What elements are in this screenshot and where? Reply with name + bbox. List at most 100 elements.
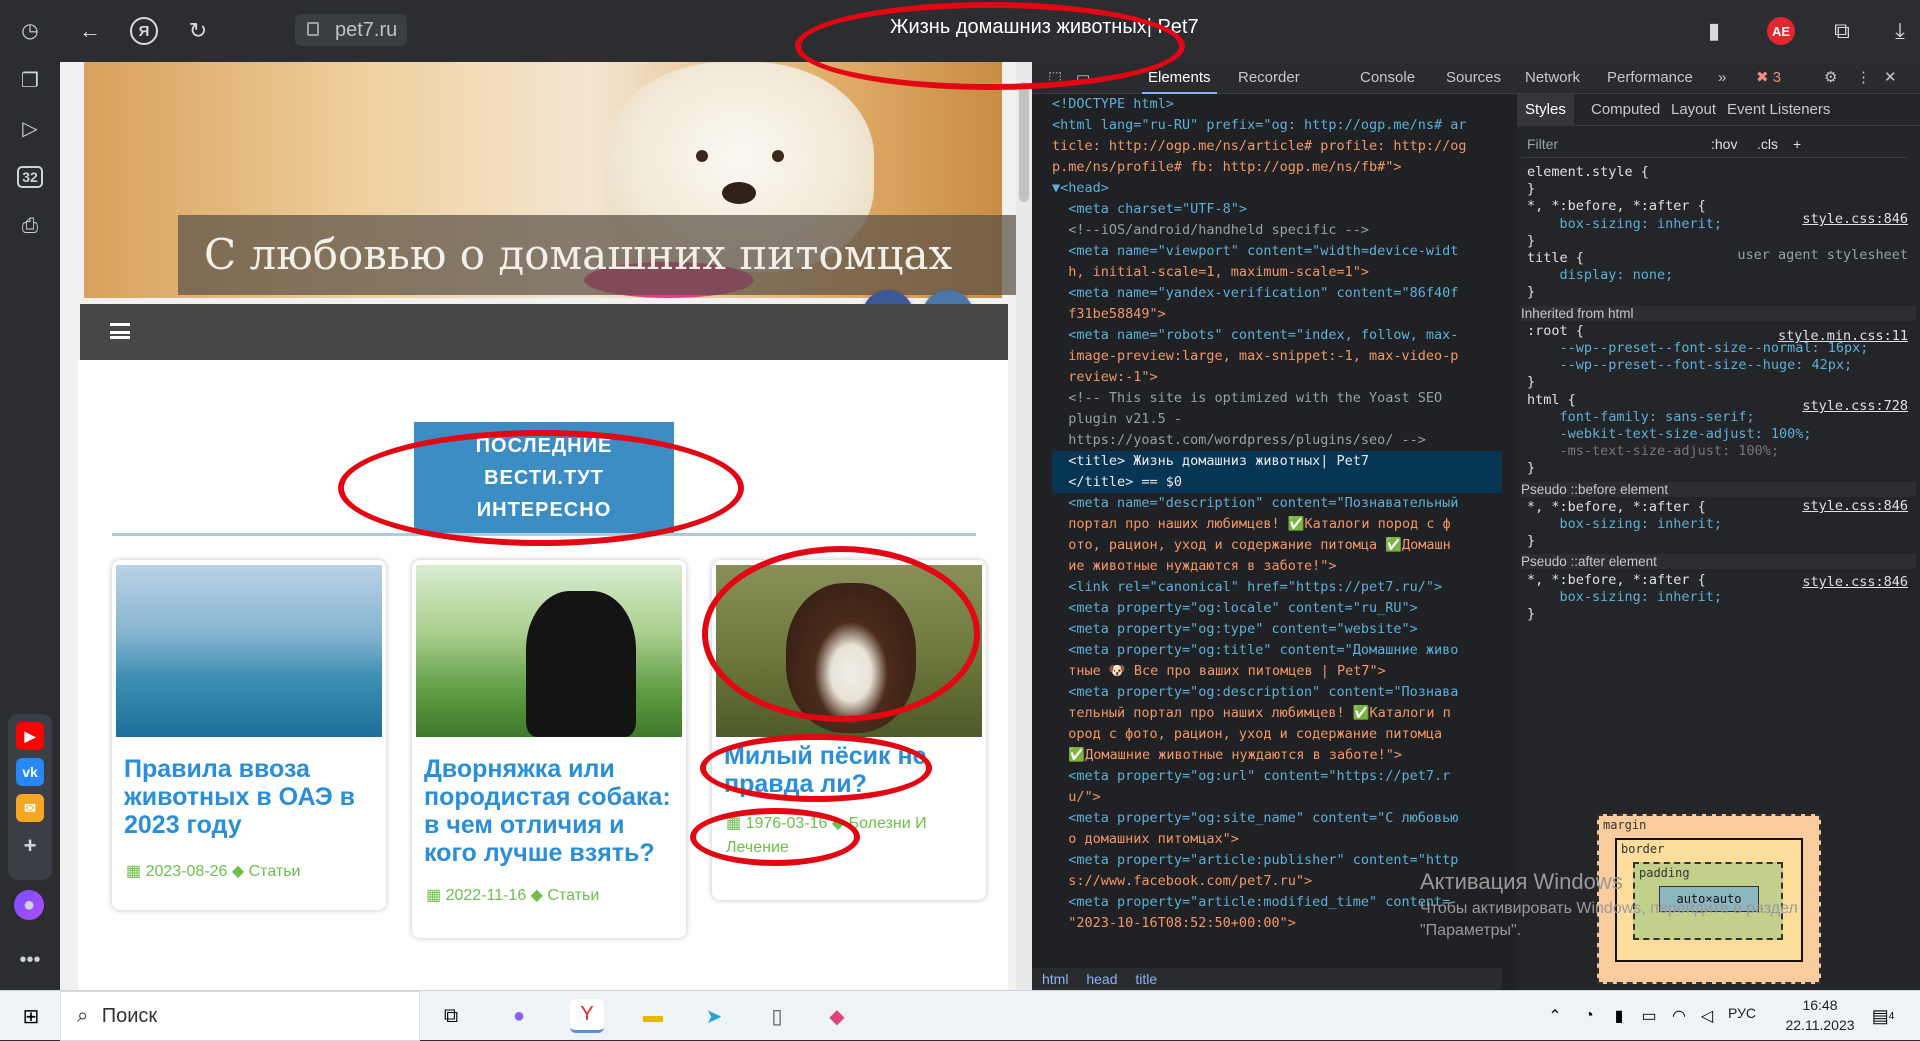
style-rule-line[interactable]: *, *:before, *:after { xyxy=(1527,572,1706,588)
code-line[interactable]: u/"> xyxy=(1052,787,1502,808)
style-rule-line[interactable]: title { xyxy=(1527,250,1584,266)
style-source-link[interactable]: style.css:846 xyxy=(1802,211,1908,227)
code-line[interactable]: <meta name="robots" content="index, foll… xyxy=(1052,325,1502,346)
windows-start-icon[interactable]: ⊞ xyxy=(14,999,48,1033)
code-line[interactable]: plugin v21.5 - xyxy=(1052,409,1502,430)
code-line[interactable]: <!DOCTYPE html> xyxy=(1052,94,1502,115)
collections-icon[interactable]: ❐ xyxy=(14,64,46,96)
yandex-icon[interactable]: Я xyxy=(130,17,158,45)
document-icon[interactable]: ▯ xyxy=(760,999,794,1033)
taskbar-search[interactable]: ⌕ Поиск xyxy=(60,991,420,1041)
post-title[interactable]: Дворняжка или породистая собака: в чем о… xyxy=(424,755,676,867)
code-line[interactable]: <meta name="description" content="Познав… xyxy=(1052,493,1502,514)
style-rule-line[interactable]: } xyxy=(1527,284,1535,300)
tray-chevron-icon[interactable]: ⌃ xyxy=(1538,999,1572,1033)
style-rule-line[interactable]: box-sizing: inherit; xyxy=(1527,589,1723,605)
code-line[interactable]: <meta name="yandex-verification" content… xyxy=(1052,283,1502,304)
browser-icon[interactable]: ◆ xyxy=(820,999,854,1033)
explorer-icon[interactable]: ▬ xyxy=(636,999,670,1033)
bookmark-icon[interactable]: ▮ xyxy=(1700,17,1728,45)
code-line[interactable]: тные 🐶 Все про ваших питомцев | Pet7"> xyxy=(1052,661,1502,682)
scrollbar-thumb[interactable] xyxy=(1019,82,1029,202)
code-line[interactable]: ие животные нуждаются в заботе!"> xyxy=(1052,556,1502,577)
post-card[interactable]: Правила ввоза животных в ОАЭ в 2023 году… xyxy=(112,560,386,910)
antivirus-icon[interactable]: ◔ xyxy=(1572,999,1606,1033)
style-rule-line[interactable]: } xyxy=(1527,181,1535,197)
crumb[interactable]: html xyxy=(1042,971,1068,987)
filter-bar[interactable]: Filter :hov .cls + xyxy=(1521,130,1907,158)
tab-network[interactable]: Network xyxy=(1519,62,1586,94)
post-category[interactable]: Статьи xyxy=(547,887,599,904)
post-title[interactable]: Правила ввоза животных в ОАЭ в 2023 году xyxy=(124,755,376,839)
code-line[interactable]: <!-- This site is optimized with the Yoa… xyxy=(1052,388,1502,409)
post-image-dog-paw[interactable] xyxy=(416,565,682,737)
post-card[interactable]: Дворняжка или породистая собака: в чем о… xyxy=(412,560,686,938)
tab-computed[interactable]: Computed xyxy=(1583,94,1668,126)
code-line[interactable]: <meta property="og:description" content=… xyxy=(1052,682,1502,703)
tab-recorder[interactable]: Recorder xyxy=(1232,62,1306,94)
task-view-icon[interactable]: ⧉ xyxy=(434,999,468,1033)
calendar-icon[interactable]: 32 xyxy=(14,161,46,193)
tab-performance[interactable]: Performance xyxy=(1601,62,1699,94)
kebab-icon[interactable]: ⋮ xyxy=(1850,62,1877,94)
style-source-link[interactable]: user agent stylesheet xyxy=(1737,247,1908,263)
style-source-link[interactable]: style.css:728 xyxy=(1802,398,1908,414)
code-line[interactable]: </title> == $0 xyxy=(1052,472,1502,493)
history-icon[interactable]: ◷ xyxy=(14,14,46,46)
style-rule-line[interactable]: *, *:before, *:after { xyxy=(1527,499,1706,515)
code-line[interactable]: <meta property="og:type" content="websit… xyxy=(1052,619,1502,640)
code-line[interactable]: о домашних питомцах"> xyxy=(1052,829,1502,850)
code-line[interactable]: p.me/ns/profile# fb: http://ogp.me/ns/fb… xyxy=(1052,157,1502,178)
alice-icon[interactable]: ● xyxy=(14,890,44,920)
style-rule-line[interactable]: box-sizing: inherit; xyxy=(1527,216,1723,232)
elements-tree[interactable]: <!DOCTYPE html> <html lang="ru-RU" prefix… xyxy=(1032,94,1502,966)
code-line[interactable]: ✅Домашние животные нуждаются в заботе!"> xyxy=(1052,745,1502,766)
tab-event-listeners[interactable]: Event Listeners xyxy=(1719,94,1838,126)
extension-icon[interactable]: AE xyxy=(1767,17,1795,45)
more-tabs-icon[interactable]: » xyxy=(1712,62,1732,94)
code-line[interactable]: <meta name="viewport" content="width=dev… xyxy=(1052,241,1502,262)
code-line[interactable]: image-preview:large, max-snippet:-1, max… xyxy=(1052,346,1502,367)
code-line[interactable]: <meta property="og:locale" content="ru_R… xyxy=(1052,598,1502,619)
address-bar[interactable]: pet7.ru xyxy=(295,14,408,46)
play-icon[interactable]: ▷ xyxy=(14,112,46,144)
volume-icon[interactable]: ◁ xyxy=(1690,999,1724,1033)
code-line[interactable]: ото, рацион, уход и содержание питомца ✅… xyxy=(1052,535,1502,556)
reload-icon[interactable]: ↻ xyxy=(184,17,212,45)
tab-styles[interactable]: Styles xyxy=(1517,94,1574,126)
style-rule-line[interactable]: } xyxy=(1527,233,1535,249)
style-rule-line[interactable]: } xyxy=(1527,533,1535,549)
close-icon[interactable]: ✕ xyxy=(1878,62,1903,94)
youtube-icon[interactable]: ▶ xyxy=(16,722,44,750)
style-rule-line[interactable]: } xyxy=(1527,460,1535,476)
code-line[interactable]: https://yoast.com/wordpress/plugins/seo/… xyxy=(1052,430,1502,451)
code-line[interactable]: <title> Жизнь домашниз животных| Pet7 xyxy=(1052,451,1502,472)
menu-icon[interactable] xyxy=(110,323,130,339)
code-line[interactable]: <html lang="ru-RU" prefix="og: http://og… xyxy=(1052,115,1502,136)
tab-layout[interactable]: Layout xyxy=(1663,94,1724,126)
styles-section-header[interactable]: Pseudo ::before element xyxy=(1521,481,1916,497)
style-rule-line[interactable]: -ms-text-size-adjust: 100%; xyxy=(1527,443,1779,459)
style-rule-line[interactable]: element.style { xyxy=(1527,164,1649,180)
add-app-icon[interactable]: + xyxy=(16,832,44,860)
style-rule-line[interactable]: box-sizing: inherit; xyxy=(1527,516,1723,532)
crumb[interactable]: head xyxy=(1086,971,1117,987)
tabs-icon[interactable]: ⧉ xyxy=(1828,17,1856,45)
style-rule-line[interactable]: -webkit-text-size-adjust: 100%; xyxy=(1527,426,1812,442)
code-line[interactable]: h, initial-scale=1, maximum-scale=1"> xyxy=(1052,262,1502,283)
code-line[interactable]: review:-1"> xyxy=(1052,367,1502,388)
style-source-link[interactable]: style.min.css:11 xyxy=(1778,328,1908,344)
style-rule-line[interactable]: display: none; xyxy=(1527,267,1674,283)
mail-icon[interactable]: ✉ xyxy=(16,794,44,822)
style-rule-line[interactable]: font-family: sans-serif; xyxy=(1527,409,1755,425)
more-icon[interactable]: ••• xyxy=(14,944,46,976)
code-line[interactable]: ticle: http://ogp.me/ns/article# profile… xyxy=(1052,136,1502,157)
error-badge[interactable]: ✖ 3 xyxy=(1750,62,1787,94)
battery-icon[interactable]: ▭ xyxy=(1632,999,1666,1033)
notifications-icon[interactable]: ▤ 4 xyxy=(1866,999,1900,1033)
tab-console[interactable]: Console xyxy=(1354,62,1421,94)
cls-toggle[interactable]: .cls xyxy=(1757,130,1778,158)
style-rule-line[interactable]: --wp--preset--font-size--huge: 42px; xyxy=(1527,357,1853,373)
code-line[interactable]: <!--iOS/android/handheld specific --> xyxy=(1052,220,1502,241)
add-rule-icon[interactable]: + xyxy=(1793,130,1801,158)
